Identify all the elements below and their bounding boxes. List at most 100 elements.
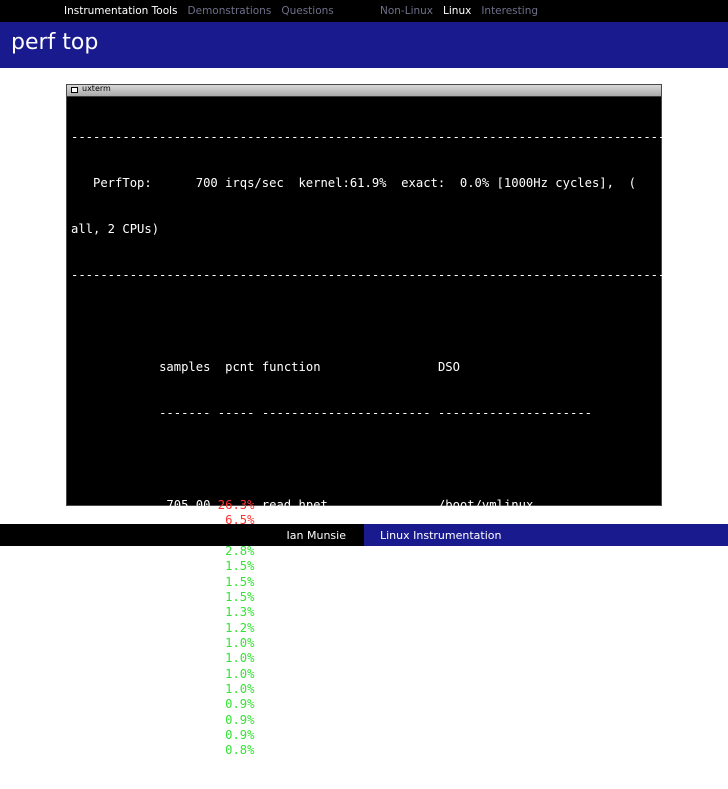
footer-bar: Ian Munsie Linux Instrumentation xyxy=(0,524,728,546)
table-header-row: samples pcnt function DSO xyxy=(71,360,657,375)
dso-name: /boot/vmlinux xyxy=(437,697,534,712)
table-row: 705.00 26.3% read_hpet /boot/vmlinux xyxy=(71,498,657,513)
table-row: 31.00 1.2% do_lookup_x /lib/ld-2.10.2.so xyxy=(71,621,657,636)
samples-value: 705.00 xyxy=(166,497,211,512)
terminal-cursor xyxy=(73,571,79,582)
terminal-title-bar[interactable]: uxterm xyxy=(67,84,661,97)
function-name: get_page_from_freelist xyxy=(261,651,424,666)
samples-value: 26.00 xyxy=(173,682,211,697)
dso-name: /lib/ld-2.10.2.so xyxy=(437,682,563,697)
samples-value: 34.00 xyxy=(173,605,211,620)
function-name: trace_hardirqs_off xyxy=(261,559,394,574)
slide-title-bar xyxy=(0,22,728,68)
pcnt-value: 1.5% xyxy=(225,574,255,589)
pcnt-value: 1.2% xyxy=(225,620,255,635)
table-row: 24.00 0.9% kunmap_atomic /boot/vmlinux xyxy=(71,697,657,712)
table-row: 75.00 2.8% _raw_spin_lock_irqsave /boot/… xyxy=(71,544,657,559)
nav-section-left: Instrumentation Tools Demonstrations Quest… xyxy=(0,0,364,22)
dso-name: /lib/ld-2.10.2.so xyxy=(437,620,563,635)
samples-column-header: samples xyxy=(159,359,211,374)
samples-value: 39.00 xyxy=(173,574,211,589)
nav-link-instrumentation-tools[interactable]: Instrumentation Tools xyxy=(64,5,178,17)
dso-name: /boot/vmlinux xyxy=(437,497,534,512)
function-name: do_lookup_x xyxy=(261,620,343,635)
pcnt-value: 1.5% xyxy=(225,559,255,574)
nav-link-linux[interactable]: Linux xyxy=(443,5,471,17)
function-column-header: function xyxy=(261,359,321,374)
samples-value: 22.00 xyxy=(173,743,211,758)
dso-name: /boot/vmlinux xyxy=(437,543,534,558)
function-name: kunmap_atomic xyxy=(261,697,358,712)
samples-value: 75.00 xyxy=(173,543,211,558)
table-row: 40.00 1.5% trace_hardirqs_off /boot/vmli… xyxy=(71,559,657,574)
pcnt-value: 1.0% xyxy=(225,666,255,681)
dso-name: libc-2.10.2.so xyxy=(437,605,541,620)
pcnt-value: 0.9% xyxy=(225,697,255,712)
footer-presentation-title: Linux Instrumentation xyxy=(380,528,502,542)
function-name: do_page_fault xyxy=(261,728,358,743)
table-row: 39.00 1.5% copy_user_highpage /boot/vmli… xyxy=(71,575,657,590)
pcnt-column-rule: ----- xyxy=(217,405,255,420)
function-name: _dl_lookup_symbol_x xyxy=(261,682,402,697)
table-row: 22.00 0.8% stop_critical_timing /boot/vm… xyxy=(71,743,657,758)
pcnt-column-header: pcnt xyxy=(225,359,255,374)
function-name: read_hpet xyxy=(261,497,328,512)
table-row: 34.00 1.3% __GI__dl_addr libc-2.10.2.so xyxy=(71,605,657,620)
table-row: 23.00 0.9% do_page_fault /boot/vmlinux xyxy=(71,728,657,743)
terminal-output: ----------------------------------------… xyxy=(71,99,666,789)
nav-link-interesting[interactable]: Interesting xyxy=(481,5,538,17)
function-column-rule: ----------------------- xyxy=(261,405,431,420)
separator-line: ----------------------------------------… xyxy=(71,267,666,282)
function-name: __pthread_mutex_lock_int xyxy=(261,666,438,681)
samples-value: 40.00 xyxy=(173,559,211,574)
function-name: __GI__dl_addr xyxy=(261,605,358,620)
pcnt-value: 1.5% xyxy=(225,590,255,604)
samples-column-rule: ------- xyxy=(159,405,211,420)
samples-value: 28.00 xyxy=(173,651,211,666)
function-name: copy_user_highpage xyxy=(261,574,394,589)
table-row: 26.00 1.0% _dl_lookup_symbol_x /lib/ld-2… xyxy=(71,682,657,697)
pcnt-value: 26.3% xyxy=(217,497,255,512)
function-name: _raw_spin_lock xyxy=(261,590,365,604)
pcnt-value: 1.0% xyxy=(225,636,255,651)
dso-name: /boot/vmlinux xyxy=(437,728,534,743)
pcnt-value: 1.3% xyxy=(225,605,255,620)
table-row: 28.00 1.0% get_page_from_freelist /boot/… xyxy=(71,651,657,666)
samples-value: 31.00 xyxy=(173,620,211,635)
dso-name: /boot/vmlinux xyxy=(437,743,534,758)
function-name: g_atomic_int_get xyxy=(261,712,380,727)
dso-column-header: DSO xyxy=(437,359,460,374)
dso-name: libpthread-2.10.2.so xyxy=(445,666,593,681)
window-menu-icon[interactable] xyxy=(71,87,78,93)
pcnt-value: 0.9% xyxy=(225,712,255,727)
pcnt-value: 2.8% xyxy=(225,543,255,558)
table-row: 39.00 1.5% _raw_spin_lock /boot/vmlinux xyxy=(71,590,657,605)
samples-value: 28.00 xyxy=(173,636,211,651)
separator-line: ----------------------------------------… xyxy=(71,129,666,144)
table-header-rule: ------- ----- ----------------------- --… xyxy=(71,406,657,421)
footer-author: Ian Munsie xyxy=(286,528,346,542)
page-title: perf top xyxy=(11,30,99,55)
dso-name: /boot/vmlinux xyxy=(437,559,534,574)
dso-name: /boot/vmlinux xyxy=(437,651,534,666)
dso-name: libglib-2.0.so.0.2400.0 xyxy=(437,712,607,727)
samples-value: 39.00 xyxy=(173,590,211,604)
function-name: start_critical_timing xyxy=(261,636,416,651)
nav-link-non-linux[interactable]: Non-Linux xyxy=(380,5,433,17)
pcnt-value: 0.9% xyxy=(225,728,255,743)
terminal-window[interactable]: uxterm ---------------------------------… xyxy=(66,84,665,757)
dso-name: /boot/vmlinux xyxy=(437,636,534,651)
nav-link-demonstrations[interactable]: Demonstrations xyxy=(188,5,272,17)
nav-link-questions[interactable]: Questions xyxy=(281,5,333,17)
samples-value: 26.00 xyxy=(173,666,211,681)
table-row: 28.00 1.0% start_critical_timing /boot/v… xyxy=(71,636,657,651)
footer-right: Linux Instrumentation xyxy=(364,524,728,546)
samples-value: 24.00 xyxy=(173,697,211,712)
samples-value: 23.00 xyxy=(173,728,211,743)
samples-value: 23.00 xyxy=(173,712,211,727)
function-name: stop_critical_timing xyxy=(261,743,409,758)
pcnt-value: 0.8% xyxy=(225,743,255,758)
pcnt-value: 1.0% xyxy=(225,651,255,666)
perftop-summary-line: PerfTop: 700 irqs/sec kernel:61.9% exact… xyxy=(71,175,636,190)
dso-name: /boot/vmlinux xyxy=(437,574,534,589)
